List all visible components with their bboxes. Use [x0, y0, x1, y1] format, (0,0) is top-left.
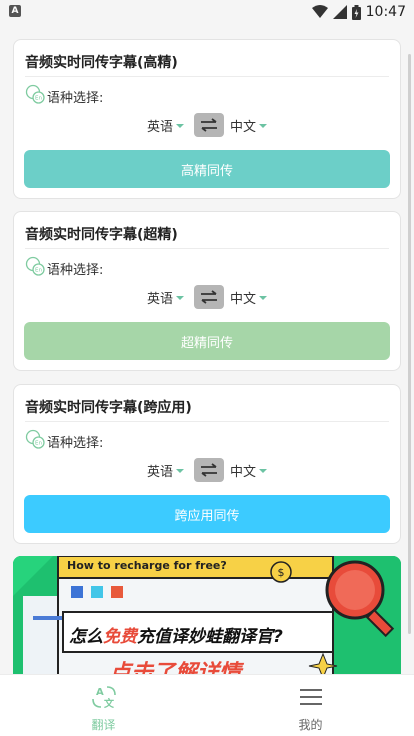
language-icon: En [25, 429, 45, 449]
source-language-select[interactable]: 英语 [147, 116, 184, 135]
banner-headline-suffix: 充值译妙蛙翻译官? [137, 627, 283, 647]
status-icons: 10:47 [311, 2, 406, 22]
card-title: 音频实时同传字幕(高精) [25, 55, 178, 71]
menu-list-icon [300, 689, 322, 705]
swap-languages-button[interactable] [194, 458, 224, 482]
source-language-value: 英语 [146, 119, 173, 135]
divider [25, 76, 389, 77]
svg-text:A: A [96, 687, 104, 698]
source-language-select[interactable]: 英语 [147, 461, 184, 480]
high-precision-button[interactable]: 高精同传 [24, 150, 390, 188]
swap-icon [201, 463, 217, 477]
card-high-precision: 音频实时同传字幕(高精) En 语种选择: 英语 中文 高精同传 [13, 39, 401, 199]
dropdown-caret-icon [259, 123, 268, 128]
swap-icon [201, 118, 217, 132]
language-select-label: 语种选择: [47, 263, 104, 278]
cross-app-button[interactable]: 跨应用同传 [24, 495, 390, 533]
language-row: 英语 中文 [14, 457, 400, 483]
dropdown-caret-icon [259, 468, 268, 473]
status-bar: A 10:47 [0, 0, 414, 24]
app-notification-icon: A [9, 5, 21, 17]
swap-icon [201, 290, 217, 304]
card-title: 音频实时同传字幕(跨应用) [25, 400, 192, 416]
card-title: 音频实时同传字幕(超精) [25, 227, 178, 243]
swap-languages-button[interactable] [194, 113, 224, 137]
clock: 10:47 [365, 4, 406, 20]
signal-icon [332, 5, 347, 19]
target-language-value: 中文 [230, 119, 257, 135]
battery-icon [351, 4, 361, 20]
card-super-precision: 音频实时同传字幕(超精) En 语种选择: 英语 中文 超精同传 [13, 211, 401, 371]
source-language-select[interactable]: 英语 [147, 288, 184, 307]
svg-text:En: En [35, 268, 42, 274]
banner-headline-highlight: 免费 [103, 627, 137, 647]
swap-languages-button[interactable] [194, 285, 224, 309]
banner-question: How to recharge for free? [67, 559, 227, 572]
svg-text:En: En [35, 441, 42, 447]
banner-headline: 怎么免费充值译妙蛙翻译官? [69, 622, 283, 647]
svg-text:En: En [35, 96, 42, 102]
dropdown-caret-icon [176, 295, 184, 300]
language-icon: En [25, 256, 45, 276]
dropdown-caret-icon [176, 123, 184, 128]
banner-cta: 点击了解详情 [109, 661, 242, 674]
divider [25, 421, 389, 422]
bottom-tab-bar: A 文 翻译 我的 [0, 674, 414, 736]
language-row: 英语 中文 [14, 284, 400, 310]
language-select-label: 语种选择: [47, 91, 104, 106]
translate-icon: A 文 [92, 686, 116, 710]
language-icon: En [25, 84, 45, 104]
tab-translate-label: 翻译 [91, 718, 116, 732]
target-language-select[interactable]: 中文 [230, 461, 268, 480]
target-language-select[interactable]: 中文 [230, 116, 268, 135]
main-content[interactable]: 音频实时同传字幕(高精) En 语种选择: 英语 中文 高精同传 音频实时同传字… [0, 24, 414, 674]
target-language-select[interactable]: 中文 [230, 288, 268, 307]
target-language-value: 中文 [230, 464, 257, 480]
dropdown-caret-icon [176, 468, 184, 473]
super-precision-button[interactable]: 超精同传 [24, 322, 390, 360]
tab-mine[interactable]: 我的 [207, 675, 414, 736]
card-cross-app: 音频实时同传字幕(跨应用) En 语种选择: 英语 中文 跨应用同传 [13, 384, 401, 544]
dropdown-caret-icon [259, 295, 268, 300]
divider [25, 248, 389, 249]
tab-mine-label: 我的 [298, 718, 323, 732]
svg-text:文: 文 [104, 697, 115, 710]
target-language-value: 中文 [230, 291, 257, 307]
scrollbar[interactable] [408, 54, 411, 634]
tab-translate[interactable]: A 文 翻译 [0, 675, 207, 736]
language-select-label: 语种选择: [47, 436, 104, 451]
banner-headline-prefix: 怎么 [69, 627, 103, 647]
wifi-icon [311, 5, 328, 18]
language-row: 英语 中文 [14, 112, 400, 138]
promo-banner[interactable]: $ How to recharge for free? 怎么免费充值译妙蛙翻译官… [13, 556, 401, 674]
svg-text:$: $ [278, 566, 285, 579]
source-language-value: 英语 [146, 464, 173, 480]
source-language-value: 英语 [146, 291, 173, 307]
